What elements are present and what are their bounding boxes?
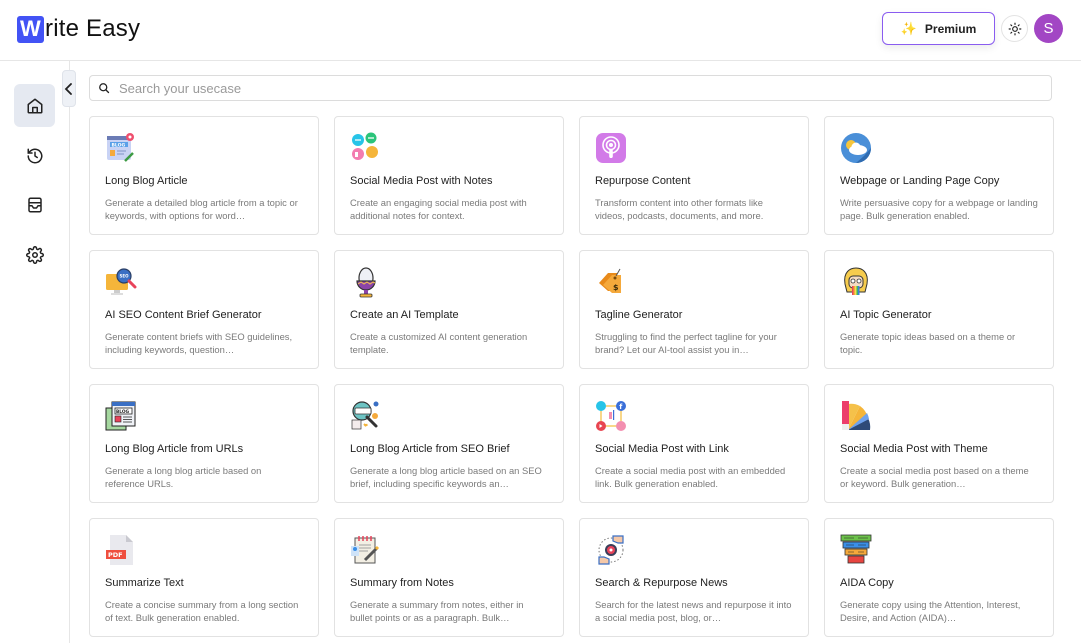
- logo-badge: W: [17, 15, 44, 43]
- card-title: Webpage or Landing Page Copy: [840, 175, 1000, 187]
- svg-text:SEO: SEO: [120, 274, 130, 279]
- usecase-card[interactable]: $ Tagline Generator Struggling to find the…: [579, 250, 809, 369]
- card-title: Summarize Text: [105, 577, 184, 589]
- card-title: Social Media Post with Link: [595, 443, 729, 455]
- card-title: Tagline Generator: [595, 309, 683, 321]
- svg-text:$: $: [613, 283, 619, 292]
- premium-label: Premium: [924, 21, 977, 36]
- svg-text:PDF: PDF: [108, 551, 123, 559]
- premium-button[interactable]: ✨ Premium: [882, 12, 995, 45]
- card-title: AI SEO Content Brief Generator: [105, 309, 262, 321]
- blog-icon: BLOG: [107, 133, 134, 162]
- usecase-grid: BLOG Long Blog Article Generate a detailed…: [89, 116, 1054, 637]
- usecase-card[interactable]: Summary from Notes Generate a summary fro…: [334, 518, 564, 637]
- usecase-card[interactable]: SEO AI SEO Content Brief Generator Generat…: [89, 250, 319, 369]
- social-network-icon: f: [596, 401, 626, 431]
- home-icon: [27, 98, 42, 113]
- podcast-icon: [596, 133, 626, 163]
- search-bar[interactable]: [89, 75, 1052, 101]
- card-description: Generate copy using the Attention, Inter…: [840, 599, 1021, 623]
- sidebar-item-settings[interactable]: [14, 233, 55, 276]
- rainbow-girl-icon: [844, 267, 868, 295]
- usecase-card[interactable]: BLOG Long Blog Article from URLs Generate …: [89, 384, 319, 503]
- inbox-icon: [27, 197, 42, 212]
- card-title: Long Blog Article from URLs: [105, 443, 244, 455]
- sidebar-item-home[interactable]: [14, 84, 55, 127]
- card-title: Summary from Notes: [350, 577, 454, 589]
- svg-text:BLOG: BLOG: [112, 142, 126, 148]
- seo-monitor-icon: SEO: [106, 268, 137, 295]
- card-description: Transform content into other formats lik…: [595, 197, 764, 221]
- usecase-card[interactable]: AI Topic Generator Generate topic ideas b…: [824, 250, 1054, 369]
- seo-search-icon: [351, 401, 379, 430]
- card-description: Search for the latest news and repurpose…: [595, 599, 792, 623]
- search-icon: [99, 83, 110, 94]
- card-description: Generate a summary from notes, either in…: [350, 599, 524, 623]
- card-description: Create a social media post with an embed…: [595, 465, 786, 489]
- blog-window-icon: BLOG: [105, 401, 136, 431]
- sparkles-icon: ✨: [900, 20, 917, 36]
- theme-toggle-button[interactable]: [1001, 15, 1028, 42]
- card-title: Search & Repurpose News: [595, 577, 728, 589]
- history-icon: [27, 148, 42, 163]
- usecase-card[interactable]: BLOG Long Blog Article Generate a detailed…: [89, 116, 319, 235]
- card-title: AIDA Copy: [840, 577, 894, 589]
- sun-icon: [1008, 22, 1021, 35]
- social-bubbles-icon: [352, 132, 378, 160]
- card-description: Create a concise summary from a long sec…: [105, 599, 299, 623]
- card-description: Generate content briefs with SEO guideli…: [105, 331, 293, 355]
- target-hands-icon: [598, 535, 624, 565]
- app-logo[interactable]: W rite Easy: [17, 15, 140, 43]
- sidebar-item-history[interactable]: [14, 134, 55, 177]
- card-description: Create an engaging social media post wit…: [350, 197, 527, 221]
- chevron-left-icon: [64, 82, 72, 95]
- card-description: Generate a long blog article based on re…: [105, 465, 262, 489]
- gear-icon: [25, 245, 44, 264]
- usecase-card[interactable]: Webpage or Landing Page Copy Write persua…: [824, 116, 1054, 235]
- svg-text:BLOG: BLOG: [116, 409, 130, 415]
- card-description: Generate a detailed blog article from a …: [105, 197, 298, 221]
- pdf-file-icon: PDF: [106, 535, 133, 565]
- card-description: Generate a long blog article based on an…: [350, 465, 542, 489]
- usecase-card[interactable]: AIDA Copy Generate copy using the Attenti…: [824, 518, 1054, 637]
- card-description: Struggling to find the perfect tagline f…: [595, 331, 777, 355]
- sidebar: [0, 61, 70, 643]
- card-title: Social Media Post with Notes: [350, 175, 493, 187]
- card-title: Create an AI Template: [350, 309, 459, 321]
- card-title: Long Blog Article from SEO Brief: [350, 443, 510, 455]
- usecase-card[interactable]: Repurpose Content Transform content into …: [579, 116, 809, 235]
- card-title: Repurpose Content: [595, 175, 691, 187]
- notepad-icon: [351, 536, 380, 564]
- usecase-card[interactable]: PDF Summarize Text Create a concise summar…: [89, 518, 319, 637]
- usecase-card[interactable]: Long Blog Article from SEO Brief Generate…: [334, 384, 564, 503]
- card-title: AI Topic Generator: [840, 309, 932, 321]
- search-input[interactable]: [119, 80, 1019, 96]
- usecase-card[interactable]: Social Media Post with Theme Create a soc…: [824, 384, 1054, 503]
- top-header: W rite Easy ✨ Premium S: [0, 0, 1081, 61]
- card-description: Write persuasive copy for a webpage or l…: [840, 197, 1038, 221]
- color-palette-icon: [842, 401, 871, 430]
- card-description: Create a social media post based on a th…: [840, 465, 1029, 489]
- egg-cup-icon: [356, 267, 376, 298]
- card-description: Generate topic ideas based on a theme or…: [840, 331, 1016, 355]
- card-title: Social Media Post with Theme: [840, 443, 988, 455]
- usecase-card[interactable]: Search & Repurpose News Search for the la…: [579, 518, 809, 637]
- sidebar-collapse-button[interactable]: [62, 70, 76, 107]
- usecase-card[interactable]: f Social Media Post with Link Create a soc…: [579, 384, 809, 503]
- weather-cloud-icon: [841, 133, 871, 163]
- card-title: Long Blog Article: [105, 175, 188, 187]
- funnel-icon: [840, 534, 872, 564]
- logo-text: rite Easy: [45, 15, 141, 42]
- sidebar-item-inbox[interactable]: [14, 183, 55, 226]
- price-tag-icon: $: [599, 268, 621, 293]
- user-avatar[interactable]: S: [1034, 14, 1063, 43]
- usecase-card[interactable]: Social Media Post with Notes Create an en…: [334, 116, 564, 235]
- usecase-card[interactable]: Create an AI Template Create a customized…: [334, 250, 564, 369]
- card-description: Create a customized AI content generatio…: [350, 331, 528, 355]
